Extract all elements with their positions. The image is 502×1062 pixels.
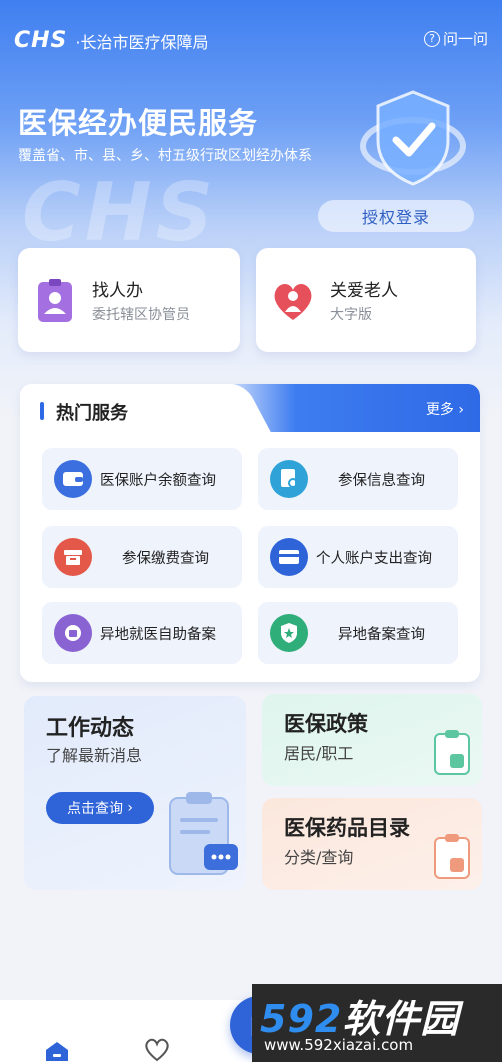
service-tile-balance[interactable]: 医保账户余额查询 [42,448,242,510]
news-title: 工作动态 [46,716,135,741]
policy-subtitle: 居民/职工 [284,744,354,763]
home-icon[interactable] [44,1040,70,1062]
top-bar: CHS ·长治市医疗保障局 ? 问一问 [14,28,488,58]
page-subtitle: 覆盖省、市、县、乡、村五级行政区划经办体系 [18,148,312,164]
elder-care-card[interactable]: 关爱老人 大字版 [256,248,476,352]
question-circle-icon: ? [423,30,440,47]
drug-catalog-card[interactable]: 医保药品目录 分类/查询 [262,798,482,890]
shield-check-icon [360,90,466,186]
bureau-name: ·长治市医疗保障局 [75,32,209,52]
hero-watermark-logo: CHS [22,166,218,259]
service-tile-label: 异地备案查询 [338,626,425,643]
policy-title: 医保政策 [284,712,368,736]
service-tile-remote-filing-query[interactable]: 异地备案查询 [258,602,458,664]
record-badge-icon [54,614,92,652]
elder-care-heart-icon [274,284,312,320]
card-icon [270,538,308,576]
elder-care-subtitle: 大字版 [330,307,372,323]
find-helper-title: 找人办 [92,281,143,301]
watermark-url: www.592xiazai.com [264,1036,414,1054]
hot-services-panel: 热门服务 更多 › 医保账户余额查询 参保信息查询 参保缴费查询 个人账户支出查… [20,384,480,682]
news-card[interactable]: 工作动态 了解最新消息 点击查询 › [24,696,246,890]
service-tile-label: 医保账户余额查询 [100,472,216,489]
id-badge-icon [38,279,72,322]
payment-box-icon [54,538,92,576]
elder-care-title: 关爱老人 [330,281,398,301]
service-tile-account-expense[interactable]: 个人账户支出查询 [258,526,458,588]
service-tile-label: 参保信息查询 [338,472,425,489]
wallet-icon [54,460,92,498]
find-helper-subtitle: 委托辖区协管员 [92,307,190,323]
document-search-icon [270,460,308,498]
shield-star-icon [270,614,308,652]
heart-tab-icon[interactable] [144,1038,170,1062]
chs-logo-mark: CHS [14,28,68,53]
site-watermark: 592软件园 www.592xiazai.com [252,984,502,1062]
clipboard-chat-icon [169,792,238,875]
service-tile-label: 个人账户支出查询 [316,550,432,567]
watermark-brand: 592软件园 [260,997,460,1041]
more-label: 更多 [425,402,454,418]
service-tile-payment[interactable]: 参保缴费查询 [42,526,242,588]
more-link[interactable]: 更多 › [426,399,464,419]
service-tile-label: 异地就医自助备案 [100,626,216,643]
title-accent-bar [40,402,44,420]
drug-document-icon [434,834,470,879]
ask-label: 问一问 [442,30,488,48]
policy-document-icon [434,730,470,775]
drug-catalog-title: 医保药品目录 [284,816,410,840]
policy-card[interactable]: 医保政策 居民/职工 [262,694,482,786]
hot-services-title: 热门服务 [56,403,128,424]
news-subtitle: 了解最新消息 [46,746,143,765]
news-query-button[interactable]: 点击查询 › [46,792,154,824]
authorize-login-button[interactable]: 授权登录 [318,200,474,232]
ask-button[interactable]: ? 问一问 [423,28,488,49]
news-query-label: 点击查询 [66,801,123,817]
find-helper-card[interactable]: 找人办 委托辖区协管员 [18,248,240,352]
bureau-logo: CHS ·长治市医疗保障局 [14,28,209,53]
service-tile-remote-filing[interactable]: 异地就医自助备案 [42,602,242,664]
service-tile-insured-info[interactable]: 参保信息查询 [258,448,458,510]
page-title: 医保经办便民服务 [18,106,259,140]
drug-catalog-subtitle: 分类/查询 [284,848,354,867]
service-tile-label: 参保缴费查询 [122,550,209,567]
